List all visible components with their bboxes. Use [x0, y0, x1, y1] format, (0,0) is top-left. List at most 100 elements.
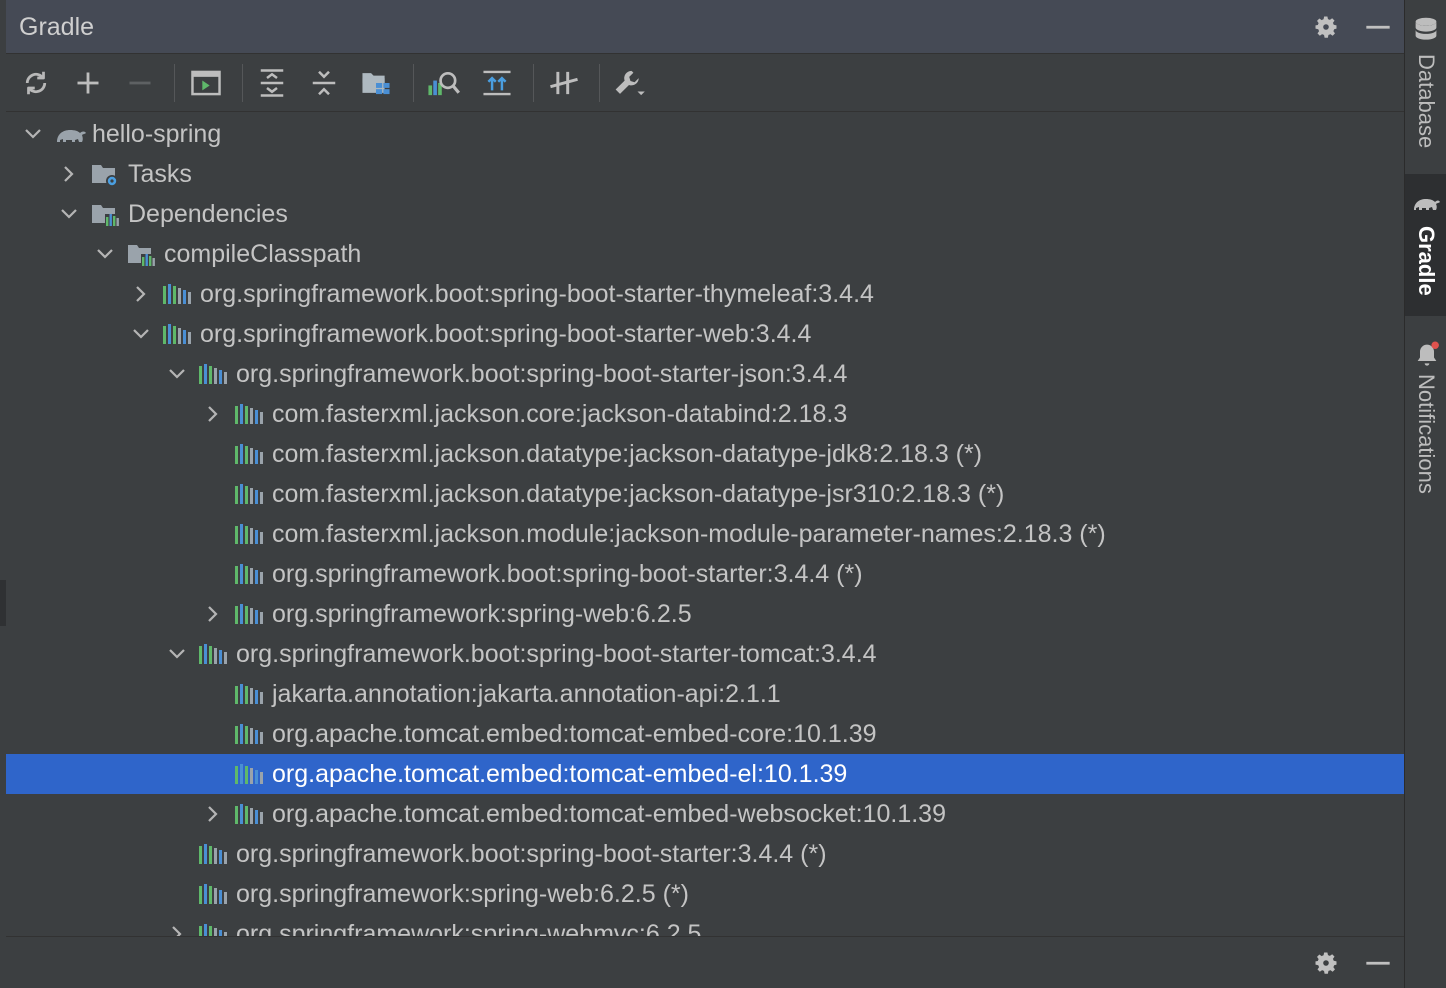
wrench-icon[interactable] — [612, 66, 646, 100]
expand-all-icon[interactable] — [255, 66, 289, 100]
tree-row[interactable]: org.apache.tomcat.embed:tomcat-embed-cor… — [6, 714, 1404, 754]
group-modules-icon[interactable] — [359, 66, 393, 100]
right-tool-strip: Database Gradle Notifications — [1404, 0, 1446, 988]
database-icon — [1413, 16, 1439, 51]
chevron-down-icon[interactable] — [58, 203, 80, 225]
tree-row-label: com.fasterxml.jackson.datatype:jackson-d… — [272, 480, 1005, 508]
bell-icon — [1413, 340, 1441, 373]
tree-row[interactable]: org.springframework.boot:spring-boot-sta… — [6, 274, 1404, 314]
toolbar-separator — [533, 64, 534, 102]
tree-row[interactable]: org.springframework:spring-web:6.2.5 (*) — [6, 874, 1404, 914]
tree-row[interactable]: org.springframework:spring-webmvc:6.2.5 — [6, 914, 1404, 936]
tree-row-label: com.fasterxml.jackson.datatype:jackson-d… — [272, 440, 983, 468]
tree-row[interactable]: Tasks — [6, 154, 1404, 194]
tree-row-label: com.fasterxml.jackson.core:jackson-datab… — [272, 400, 848, 428]
tree-row-label: org.springframework:spring-web:6.2.5 — [272, 600, 692, 628]
gradle-tool-window: Gradle hello-spring Tasks Dependencies c… — [6, 0, 1404, 988]
chevron-down-icon[interactable] — [94, 243, 116, 265]
library-icon — [198, 362, 230, 386]
tree-row[interactable]: com.fasterxml.jackson.core:jackson-datab… — [6, 394, 1404, 434]
collapse-all-icon[interactable] — [307, 66, 341, 100]
tree-row-label: org.springframework.boot:spring-boot-sta… — [200, 320, 812, 348]
library-icon — [234, 682, 266, 706]
chevron-right-icon[interactable] — [202, 403, 224, 425]
tree-row-label: Dependencies — [128, 200, 288, 228]
gradle-elephant-icon — [54, 122, 86, 146]
tree-row[interactable]: com.fasterxml.jackson.datatype:jackson-d… — [6, 434, 1404, 474]
library-icon — [198, 922, 230, 936]
library-icon — [234, 802, 266, 826]
minus-icon[interactable] — [123, 66, 157, 100]
bottom-bar — [6, 936, 1404, 988]
sidebar-tab-gradle-label: Gradle — [1414, 226, 1439, 296]
toggle-offline-icon[interactable] — [480, 66, 514, 100]
sidebar-tab-database-label: Database — [1414, 54, 1439, 149]
sidebar-tab-notifications-label: Notifications — [1414, 374, 1439, 494]
tree-row[interactable]: org.springframework.boot:spring-boot-sta… — [6, 314, 1404, 354]
tree-row[interactable]: org.springframework.boot:spring-boot-sta… — [6, 554, 1404, 594]
tree-row[interactable]: org.springframework.boot:spring-boot-sta… — [6, 354, 1404, 394]
library-icon — [234, 722, 266, 746]
tree-row[interactable]: compileClasspath — [6, 234, 1404, 274]
tool-window-title: Gradle — [19, 13, 95, 41]
chevron-right-icon[interactable] — [166, 923, 188, 936]
library-icon — [198, 882, 230, 906]
minimize-icon[interactable] — [1363, 12, 1393, 42]
tree-row-label: org.apache.tomcat.embed:tomcat-embed-el:… — [272, 760, 848, 788]
tree-row[interactable]: org.springframework.boot:spring-boot-sta… — [6, 634, 1404, 674]
tree-row[interactable]: org.apache.tomcat.embed:tomcat-embed-el:… — [6, 754, 1404, 794]
toolbar-separator — [413, 64, 414, 102]
tree-row[interactable]: com.fasterxml.jackson.module:jackson-mod… — [6, 514, 1404, 554]
tree-row-label: org.springframework.boot:spring-boot-sta… — [236, 840, 827, 868]
chevron-down-icon[interactable] — [166, 643, 188, 665]
analyze-dependencies-icon[interactable] — [426, 66, 460, 100]
tree-row[interactable]: Dependencies — [6, 194, 1404, 234]
tree-row-label: org.springframework:spring-webmvc:6.2.5 — [236, 920, 702, 936]
library-icon — [234, 762, 266, 786]
tree-row-label: org.springframework.boot:spring-boot-sta… — [236, 360, 848, 388]
plus-icon[interactable] — [71, 66, 105, 100]
tree-row-label: org.springframework.boot:spring-boot-sta… — [272, 560, 863, 588]
library-icon — [234, 482, 266, 506]
sidebar-tab-database[interactable]: Database — [1405, 14, 1446, 164]
tree-row[interactable]: jakarta.annotation:jakarta.annotation-ap… — [6, 674, 1404, 714]
chevron-down-icon[interactable] — [130, 323, 152, 345]
reload-icon[interactable] — [19, 66, 53, 100]
chevron-right-icon[interactable] — [58, 163, 80, 185]
tree-row-label: com.fasterxml.jackson.module:jackson-mod… — [272, 520, 1106, 548]
sidebar-tab-gradle[interactable]: Gradle — [1405, 174, 1446, 316]
tree-row[interactable]: org.springframework.boot:spring-boot-sta… — [6, 834, 1404, 874]
toolbar-separator — [599, 64, 600, 102]
gear-icon[interactable] — [1311, 12, 1341, 42]
chevron-right-icon[interactable] — [130, 283, 152, 305]
dependencies-folder-icon — [90, 202, 122, 226]
library-icon — [198, 842, 230, 866]
tool-window-header: Gradle — [6, 0, 1404, 54]
tree-row-label: org.springframework.boot:spring-boot-sta… — [200, 280, 874, 308]
library-icon — [234, 402, 266, 426]
tree-row-label: compileClasspath — [164, 240, 362, 268]
library-icon — [234, 442, 266, 466]
skip-tests-icon[interactable] — [547, 66, 581, 100]
tasks-folder-icon — [90, 162, 122, 187]
chevron-down-icon[interactable] — [22, 123, 44, 145]
tree-row-label: org.apache.tomcat.embed:tomcat-embed-cor… — [272, 720, 877, 748]
sidebar-tab-notifications[interactable]: Notifications — [1405, 336, 1446, 516]
minimize-icon[interactable] — [1363, 948, 1393, 978]
chevron-right-icon[interactable] — [202, 603, 224, 625]
execute-task-icon[interactable] — [189, 66, 223, 100]
chevron-right-icon[interactable] — [202, 803, 224, 825]
library-icon — [162, 282, 194, 306]
chevron-down-icon[interactable] — [166, 363, 188, 385]
tree-row-label: Tasks — [128, 160, 192, 188]
tree-row[interactable]: hello-spring — [6, 114, 1404, 154]
tree-row[interactable]: org.springframework:spring-web:6.2.5 — [6, 594, 1404, 634]
tree-row[interactable]: com.fasterxml.jackson.datatype:jackson-d… — [6, 474, 1404, 514]
tree-row[interactable]: org.apache.tomcat.embed:tomcat-embed-web… — [6, 794, 1404, 834]
library-icon — [234, 522, 266, 546]
dependencies-folder-icon — [126, 242, 158, 266]
library-icon — [162, 322, 194, 346]
library-icon — [234, 602, 266, 626]
toolbar-separator — [174, 64, 175, 102]
gear-icon[interactable] — [1311, 948, 1341, 978]
